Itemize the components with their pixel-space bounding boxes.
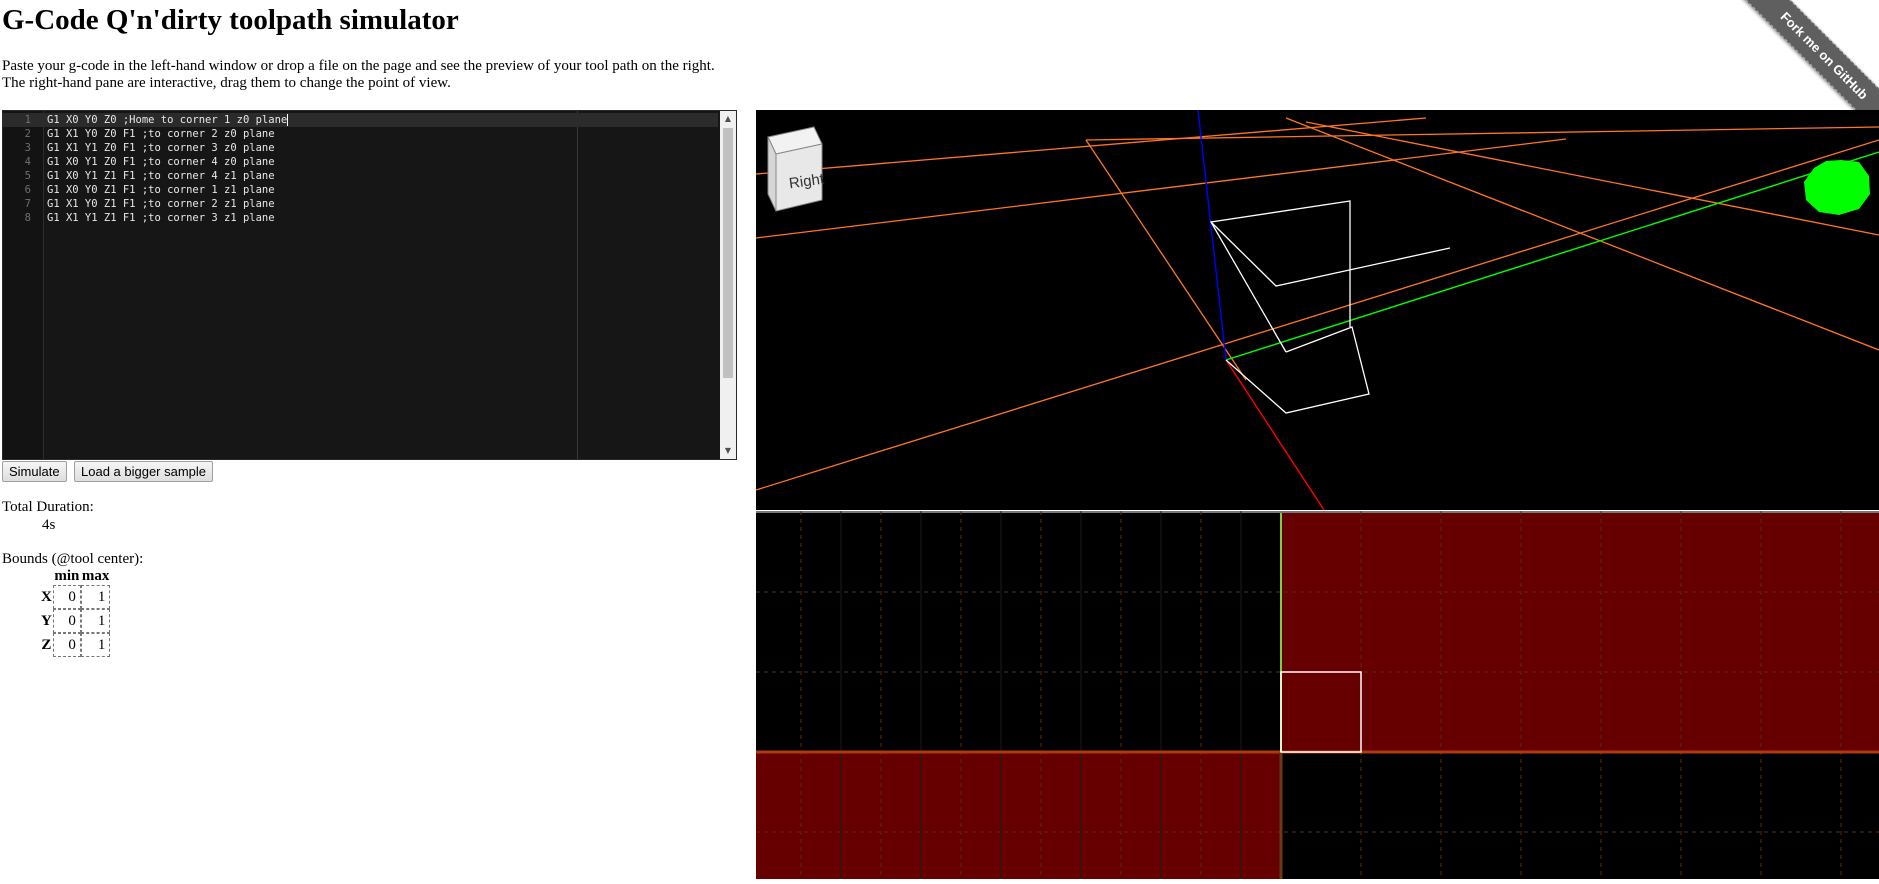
line-number: 5 [24, 170, 31, 182]
scroll-down-icon[interactable]: ▼ [720, 443, 736, 459]
scroll-up-icon[interactable]: ▲ [720, 111, 736, 127]
grid-line [1305, 121, 1879, 236]
editor-scrollbar[interactable]: ▲ ▼ [720, 111, 736, 459]
grid-line [755, 138, 1567, 239]
duration-value: 4s [42, 517, 56, 533]
toolpath-vertical [1209, 200, 1351, 353]
code-line[interactable]: 4 G1 X0 Y1 Z0 F1 ;to corner 4 z0 plane [3, 155, 718, 169]
bounds-axis: X [41, 588, 52, 605]
code-line[interactable]: 6 G1 X0 Y0 Z1 F1 ;to corner 1 z1 plane [3, 183, 718, 197]
bounds-max: 1 [80, 633, 111, 657]
bounds-max: 1 [80, 609, 111, 633]
load-sample-button[interactable]: Load a bigger sample [74, 461, 214, 482]
bounds-label: Bounds (@tool center): [2, 551, 144, 567]
bounds-min: 0 [52, 609, 81, 633]
intro-line-1: Paste your g-code in the left-hand windo… [2, 58, 715, 74]
bounds-row: Y 0 1 [40, 609, 111, 633]
duration-label: Total Duration: [2, 499, 94, 515]
floor-grid [755, 117, 1879, 491]
bounds-row: Z 0 1 [40, 633, 111, 657]
line-number: 1 [24, 114, 31, 126]
code-line[interactable]: 8 G1 X1 Y1 Z1 F1 ;to corner 3 z1 plane [3, 211, 718, 225]
scrollbar-thumb[interactable] [723, 128, 733, 378]
text-cursor [287, 114, 289, 126]
bounds-header-max: max [81, 568, 110, 584]
grid-line [1085, 126, 1879, 141]
bounds-row: X 0 1 [40, 585, 111, 609]
view-2d[interactable] [756, 511, 1879, 879]
toolpath-upper [1210, 221, 1451, 287]
toolpath-lower [1225, 326, 1370, 414]
code-line[interactable]: 1 G1 X0 Y0 Z0 ;Home to corner 1 z0 plane [3, 113, 718, 127]
view-3d-canvas[interactable]: Right [755, 109, 1879, 511]
bounds-axis: Z [41, 636, 52, 653]
code-text[interactable]: G1 X1 Y0 Z0 F1 ;to corner 2 z0 plane [47, 127, 275, 141]
simulate-button[interactable]: Simulate [2, 461, 67, 482]
grid-line [1285, 117, 1879, 351]
gcode-editor[interactable]: 1 G1 X0 Y0 Z0 ;Home to corner 1 z0 plane 2… [2, 110, 737, 460]
x-axis [1225, 359, 1325, 511]
code-line[interactable]: 5 G1 X0 Y1 Z1 F1 ;to corner 4 z1 plane [3, 169, 718, 183]
bounds-max: 1 [80, 585, 111, 609]
code-text[interactable]: G1 X1 Y1 Z1 F1 ;to corner 3 z1 plane [47, 211, 275, 225]
bounds-table: min max X 0 1 Y 0 1 Z 0 1 [40, 568, 111, 657]
z-axis [1197, 109, 1227, 361]
code-text[interactable]: G1 X0 Y0 Z0 ;Home to corner 1 z0 plane [47, 113, 289, 127]
code-text[interactable]: G1 X0 Y1 Z0 F1 ;to corner 4 z0 plane [47, 155, 275, 169]
code-text[interactable]: G1 X0 Y1 Z1 F1 ;to corner 4 z1 plane [47, 169, 275, 183]
line-number: 6 [24, 184, 31, 196]
line-number: 2 [24, 128, 31, 140]
page-title: G-Code Q'n'dirty toolpath simulator [2, 4, 459, 36]
view-2d-canvas[interactable] [756, 511, 1879, 879]
bounds-min: 0 [52, 633, 81, 657]
code-line[interactable]: 7 G1 X1 Y0 Z1 F1 ;to corner 2 z1 plane [3, 197, 718, 211]
view-cube[interactable]: Right [767, 126, 826, 212]
intro-text: Paste your g-code in the left-hand windo… [2, 58, 715, 92]
grid-line [1085, 139, 1247, 381]
bounds-corner [40, 568, 53, 585]
code-line[interactable]: 2 G1 X1 Y0 Z0 F1 ;to corner 2 z0 plane [3, 127, 718, 141]
y-axis [1225, 151, 1879, 361]
bounds-header-min: min [54, 568, 80, 584]
intro-line-2: The right-hand pane are interactive, dra… [2, 75, 451, 91]
line-number: 3 [24, 142, 31, 154]
bounds-axis: Y [41, 612, 52, 629]
line-number: 7 [24, 198, 31, 210]
code-line[interactable]: 3 G1 X1 Y1 Z0 F1 ;to corner 3 z0 plane [3, 141, 718, 155]
line-number: 4 [24, 156, 31, 168]
code-text[interactable]: G1 X0 Y0 Z1 F1 ;to corner 1 z1 plane [47, 183, 275, 197]
view-3d[interactable]: Right [755, 109, 1879, 511]
tool-marker [1804, 160, 1870, 215]
projection-fill-top [1281, 513, 1879, 752]
code-text[interactable]: G1 X1 Y0 Z1 F1 ;to corner 2 z1 plane [47, 197, 275, 211]
projection-fill-bottom [756, 752, 1281, 879]
bounds-min: 0 [52, 585, 81, 609]
grid-line [755, 139, 1879, 491]
line-number: 8 [24, 212, 31, 224]
code-text[interactable]: G1 X1 Y1 Z0 F1 ;to corner 3 z0 plane [47, 141, 275, 155]
